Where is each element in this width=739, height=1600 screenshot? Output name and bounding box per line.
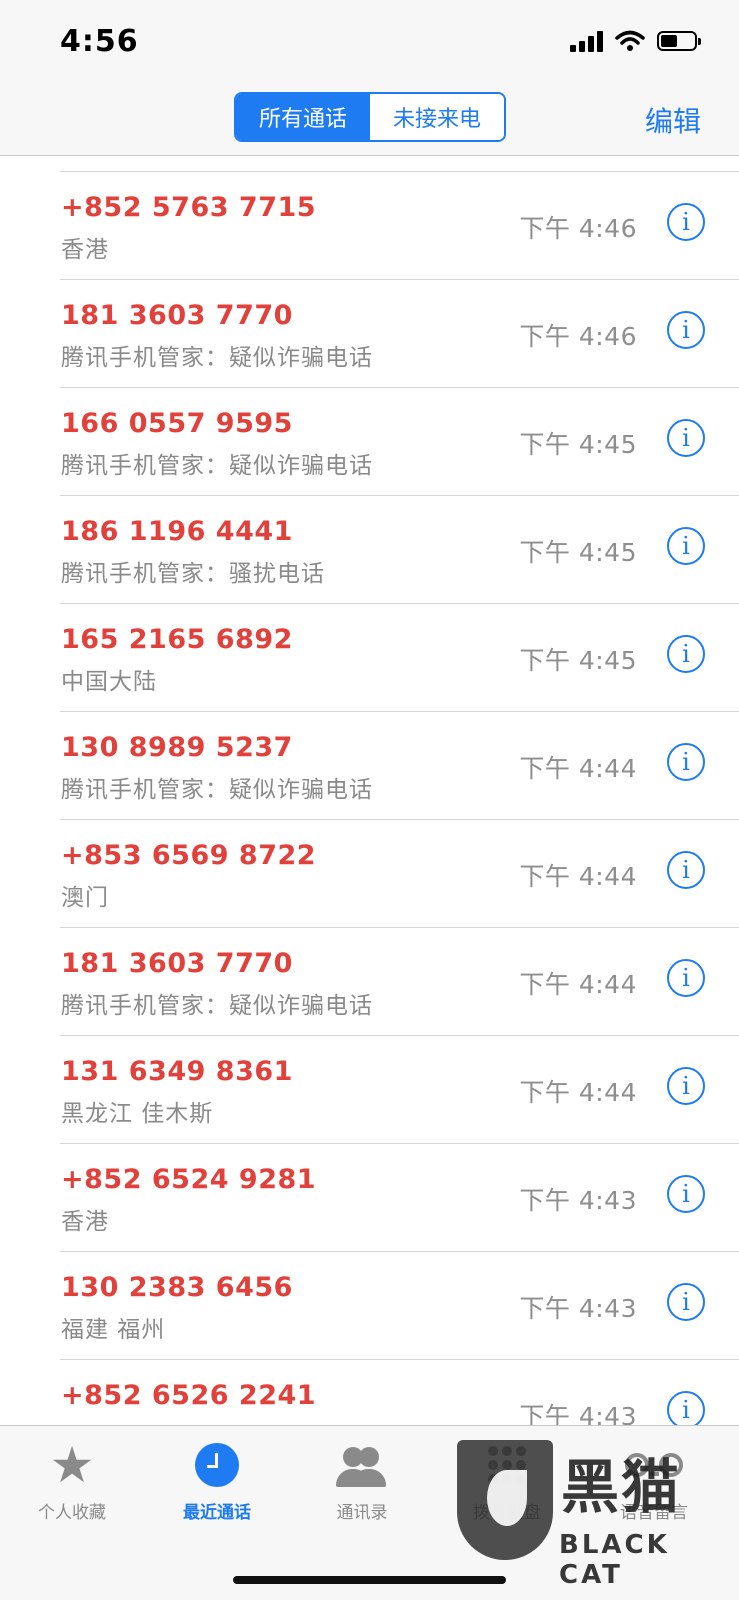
tab-label: 通讯录 [336,1503,388,1523]
tab-favorites[interactable]: ★ 个人收藏 [2,1436,142,1523]
call-time: 下午 4:45 [519,538,637,567]
call-row[interactable]: 166 0557 9595 腾讯手机管家：疑似诈骗电话 下午 4:45 i [0,388,739,496]
call-row[interactable]: 131 6349 8361 黑龙江 佳木斯 下午 4:44 i [0,1036,739,1144]
clock-icon [195,1436,239,1494]
tab-label: 语音留言 [620,1503,688,1523]
caller-number: +852 6524 9281 [61,1164,317,1195]
caller-label: 香港 [61,237,109,263]
status-icons [570,30,701,52]
tab-label: 个人收藏 [38,1503,106,1523]
cellular-signal-icon [570,30,603,52]
caller-number: 131 6349 8361 [61,1056,293,1087]
info-icon[interactable]: i [667,527,705,565]
tab-bar: ★ 个人收藏 最近通话 通讯录 拨号键盘 语音留言 [0,1425,739,1600]
segment-all-calls[interactable]: 所有通话 [236,94,370,140]
info-icon[interactable]: i [667,635,705,673]
caller-label: 澳门 [61,885,109,911]
call-row[interactable]: 130 2383 6456 福建 福州 下午 4:43 i [0,1252,739,1360]
caller-label: 腾讯手机管家：骚扰电话 [61,561,325,587]
tab-label: 最近通话 [183,1503,251,1523]
info-icon[interactable]: i [667,851,705,889]
voicemail-icon [625,1436,683,1494]
caller-label: 腾讯手机管家：疑似诈骗电话 [61,777,373,803]
info-icon[interactable]: i [667,1175,705,1213]
call-row[interactable]: 165 2165 6892 中国大陆 下午 4:45 i [0,604,739,712]
info-icon[interactable]: i [667,1391,705,1429]
call-filter-segmented-control: 所有通话 未接来电 [234,92,506,142]
caller-label: 黑龙江 佳木斯 [61,1101,214,1127]
home-indicator[interactable] [233,1576,506,1584]
call-time: 下午 4:46 [519,214,637,243]
edit-button[interactable]: 编辑 [645,100,701,140]
tab-label: 拨号键盘 [473,1503,541,1523]
caller-label: 香港 [61,1209,109,1235]
info-icon[interactable]: i [667,743,705,781]
tab-keypad[interactable]: 拨号键盘 [437,1436,577,1523]
info-icon[interactable]: i [667,203,705,241]
segment-missed-calls[interactable]: 未接来电 [370,94,504,140]
caller-number: +853 6569 8722 [61,840,317,871]
caller-number: +852 6526 2241 [61,1380,317,1411]
info-icon[interactable]: i [667,1283,705,1321]
caller-number: 165 2165 6892 [61,624,293,655]
call-time: 下午 4:45 [519,430,637,459]
call-time: 下午 4:44 [519,754,637,783]
keypad-icon [488,1436,526,1494]
caller-label: 腾讯手机管家：疑似诈骗电话 [61,993,373,1019]
info-icon[interactable]: i [667,959,705,997]
tab-voicemail[interactable]: 语音留言 [584,1436,724,1523]
wifi-icon [615,30,645,51]
call-time: 下午 4:44 [519,970,637,999]
caller-number: 130 2383 6456 [61,1272,293,1303]
call-row[interactable]: +852 6524 9281 香港 下午 4:43 i [0,1144,739,1252]
tab-contacts[interactable]: 通讯录 [292,1436,432,1523]
info-icon[interactable]: i [667,1067,705,1105]
call-time: 下午 4:46 [519,322,637,351]
caller-number: 186 1196 4441 [61,516,293,547]
recent-calls-list: +852 5763 7715 香港 下午 4:46 i 181 3603 777… [0,172,739,1468]
call-row[interactable]: 181 3603 7770 腾讯手机管家：疑似诈骗电话 下午 4:46 i [0,280,739,388]
phone-screen: 4:56 所有通话 未接来电 编辑 +852 5763 7715 香港 下午 4… [0,0,739,1600]
contacts-icon [332,1436,392,1494]
call-time: 下午 4:45 [519,646,637,675]
call-time: 下午 4:44 [519,862,637,891]
caller-label: 腾讯手机管家：疑似诈骗电话 [61,453,373,479]
call-time: 下午 4:43 [519,1186,637,1215]
info-icon[interactable]: i [667,419,705,457]
caller-number: 166 0557 9595 [61,408,293,439]
call-row[interactable]: +852 5763 7715 香港 下午 4:46 i [0,172,739,280]
status-bar: 4:56 [0,0,739,80]
battery-icon [657,31,701,51]
caller-number: 181 3603 7770 [61,300,293,331]
caller-label: 中国大陆 [61,669,157,695]
caller-number: 130 8989 5237 [61,732,293,763]
tab-recents[interactable]: 最近通话 [147,1436,287,1523]
call-row[interactable]: 181 3603 7770 腾讯手机管家：疑似诈骗电话 下午 4:44 i [0,928,739,1036]
call-row[interactable]: 186 1196 4441 腾讯手机管家：骚扰电话 下午 4:45 i [0,496,739,604]
call-row[interactable]: 130 8989 5237 腾讯手机管家：疑似诈骗电话 下午 4:44 i [0,712,739,820]
caller-number: +852 5763 7715 [61,192,317,223]
info-icon[interactable]: i [667,311,705,349]
status-time: 4:56 [60,24,139,59]
nav-bar: 所有通话 未接来电 编辑 [0,80,739,156]
star-icon: ★ [49,1436,95,1494]
caller-label: 福建 福州 [61,1317,166,1343]
caller-number: 181 3603 7770 [61,948,293,979]
call-time: 下午 4:43 [519,1294,637,1323]
caller-label: 腾讯手机管家：疑似诈骗电话 [61,345,373,371]
call-time: 下午 4:44 [519,1078,637,1107]
call-row[interactable]: +853 6569 8722 澳门 下午 4:44 i [0,820,739,928]
